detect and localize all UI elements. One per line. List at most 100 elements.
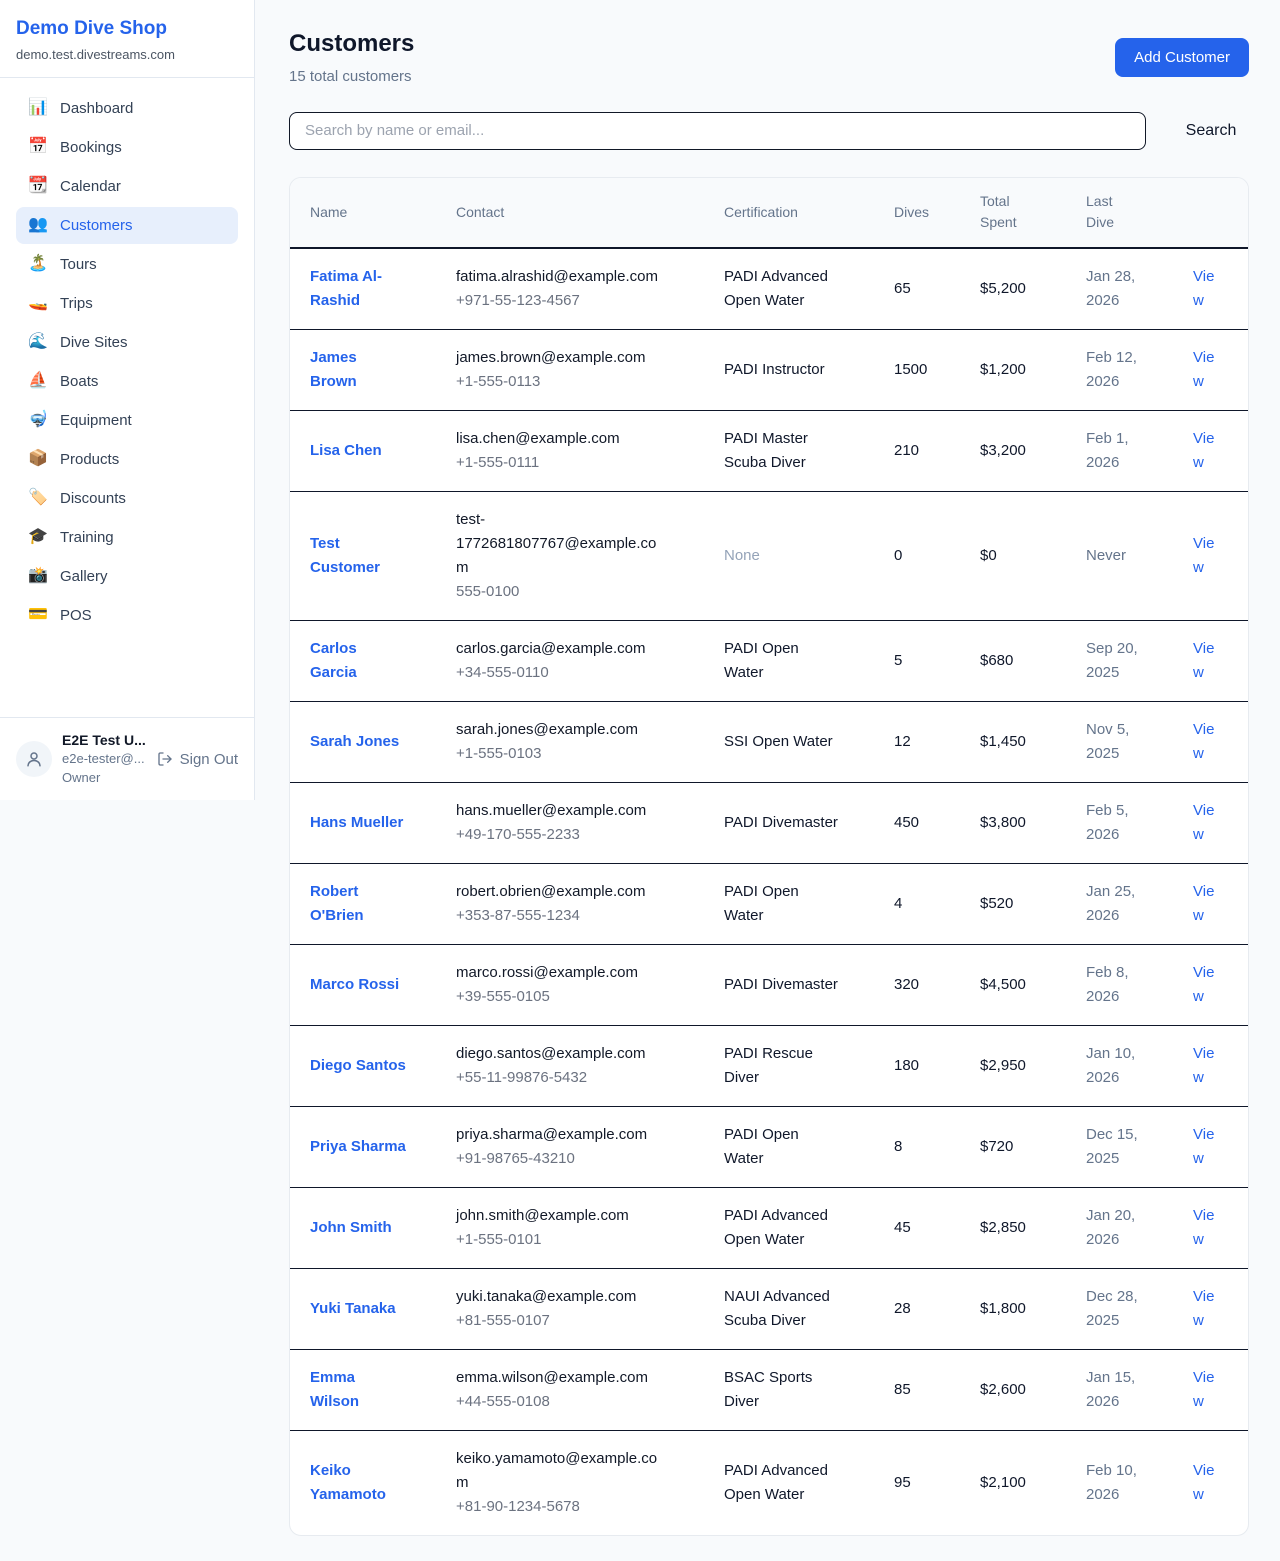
calendar-icon: 📆: [28, 178, 48, 194]
gallery-icon: 📸: [28, 568, 48, 584]
last-dive-cell: Dec 28, 2025: [1070, 1269, 1177, 1350]
name-cell: Hans Mueller: [290, 783, 440, 864]
customer-name-link[interactable]: Test Customer: [310, 532, 407, 580]
customer-phone: +81-555-0107: [456, 1309, 684, 1333]
page-header: Customers 15 total customers Add Custome…: [289, 30, 1249, 85]
view-customer-link[interactable]: View: [1193, 640, 1214, 681]
view-customer-link[interactable]: View: [1193, 268, 1214, 309]
sidebar-item-training[interactable]: 🎓 Training: [16, 519, 238, 556]
certification-cell: NAUI Advanced Scuba Diver: [708, 1269, 878, 1350]
customer-name-link[interactable]: Sarah Jones: [310, 730, 399, 754]
actions-cell: View: [1177, 864, 1248, 945]
actions-cell: View: [1177, 783, 1248, 864]
sidebar-item-discounts[interactable]: 🏷️ Discounts: [16, 480, 238, 517]
customer-phone: 555-0100: [456, 580, 684, 604]
sidebar-item-trips[interactable]: 🚤 Trips: [16, 285, 238, 322]
sidebar-item-gallery[interactable]: 📸 Gallery: [16, 558, 238, 595]
view-customer-link[interactable]: View: [1193, 802, 1214, 843]
last-dive-cell: Jan 15, 2026: [1070, 1350, 1177, 1431]
name-cell: Sarah Jones: [290, 702, 440, 783]
name-cell: Robert O'Brien: [290, 864, 440, 945]
sidebar-item-bookings[interactable]: 📅 Bookings: [16, 129, 238, 166]
customer-name-link[interactable]: John Smith: [310, 1216, 392, 1240]
customer-name-link[interactable]: Carlos Garcia: [310, 637, 407, 685]
customer-name-link[interactable]: Yuki Tanaka: [310, 1297, 396, 1321]
view-customer-link[interactable]: View: [1193, 1045, 1214, 1086]
user-block: E2E Test U... e2e-tester@... Owner Sign …: [0, 717, 254, 800]
sidebar-item-label: Trips: [60, 295, 93, 312]
certification-cell: PADI Divemaster: [708, 945, 878, 1026]
actions-cell: View: [1177, 492, 1248, 621]
view-customer-link[interactable]: View: [1193, 883, 1214, 924]
sidebar-item-equipment[interactable]: 🤿 Equipment: [16, 402, 238, 439]
sidebar-item-calendar[interactable]: 📆 Calendar: [16, 168, 238, 205]
actions-cell: View: [1177, 1350, 1248, 1431]
customer-phone: +971-55-123-4567: [456, 289, 684, 313]
last-dive-cell: Feb 12, 2026: [1070, 330, 1177, 411]
contact-cell: hans.mueller@example.com +49-170-555-223…: [440, 783, 708, 864]
sidebar-item-pos[interactable]: 💳 POS: [16, 597, 238, 634]
customer-name-link[interactable]: Keiko Yamamoto: [310, 1459, 407, 1507]
view-customer-link[interactable]: View: [1193, 721, 1214, 762]
sidebar-item-products[interactable]: 📦 Products: [16, 441, 238, 478]
customer-phone: +1-555-0103: [456, 742, 684, 766]
certification-cell: PADI Open Water: [708, 1107, 878, 1188]
customer-name-link[interactable]: Fatima Al-Rashid: [310, 265, 407, 313]
view-customer-link[interactable]: View: [1193, 964, 1214, 1005]
sidebar-item-tours[interactable]: 🏝️ Tours: [16, 246, 238, 283]
customer-name-link[interactable]: Diego Santos: [310, 1054, 406, 1078]
sidebar-item-dashboard[interactable]: 📊 Dashboard: [16, 90, 238, 127]
search-button[interactable]: Search: [1173, 121, 1249, 141]
add-customer-button[interactable]: Add Customer: [1115, 38, 1249, 77]
customer-email: diego.santos@example.com: [456, 1042, 666, 1066]
customer-name-link[interactable]: Priya Sharma: [310, 1135, 406, 1159]
customer-name-link[interactable]: Emma Wilson: [310, 1366, 407, 1414]
customer-name-link[interactable]: Lisa Chen: [310, 439, 382, 463]
view-customer-link[interactable]: View: [1193, 535, 1214, 576]
customer-name-link[interactable]: Marco Rossi: [310, 973, 399, 997]
search-input[interactable]: [289, 112, 1146, 150]
customer-name-link[interactable]: James Brown: [310, 346, 407, 394]
customer-phone: +49-170-555-2233: [456, 823, 684, 847]
sidebar-item-label: Dive Sites: [60, 334, 128, 351]
certification-cell: PADI Advanced Open Water: [708, 1431, 878, 1536]
bookings-icon: 📅: [28, 139, 48, 155]
view-customer-link[interactable]: View: [1193, 1207, 1214, 1248]
customers-icon: 👥: [28, 217, 48, 233]
view-customer-link[interactable]: View: [1193, 430, 1214, 471]
total-spent-cell: $2,950: [964, 1026, 1070, 1107]
customer-phone: +55-11-99876-5432: [456, 1066, 684, 1090]
certification-cell: PADI Open Water: [708, 621, 878, 702]
main-content: Customers 15 total customers Add Custome…: [255, 0, 1280, 1561]
customers-table: Name Contact Certification Dives Total S…: [290, 178, 1248, 1535]
view-customer-link[interactable]: View: [1193, 349, 1214, 390]
customer-name-link[interactable]: Hans Mueller: [310, 811, 403, 835]
column-header-total-spent: Total Spent: [964, 178, 1070, 248]
sidebar-item-label: Calendar: [60, 178, 121, 195]
customer-email: marco.rossi@example.com: [456, 961, 666, 985]
certification-cell: SSI Open Water: [708, 702, 878, 783]
actions-cell: View: [1177, 945, 1248, 1026]
view-customer-link[interactable]: View: [1193, 1288, 1214, 1329]
table-row: Priya Sharma priya.sharma@example.com +9…: [290, 1107, 1248, 1188]
dives-cell: 85: [878, 1350, 964, 1431]
view-customer-link[interactable]: View: [1193, 1126, 1214, 1167]
sidebar-item-label: POS: [60, 607, 92, 624]
sidebar-item-customers[interactable]: 👥 Customers: [16, 207, 238, 244]
dives-cell: 180: [878, 1026, 964, 1107]
customer-name-link[interactable]: Robert O'Brien: [310, 880, 407, 928]
last-dive-cell: Nov 5, 2025: [1070, 702, 1177, 783]
sidebar-item-boats[interactable]: ⛵ Boats: [16, 363, 238, 400]
customer-phone: +1-555-0101: [456, 1228, 684, 1252]
sidebar-item-dive-sites[interactable]: 🌊 Dive Sites: [16, 324, 238, 361]
sidebar: Demo Dive Shop demo.test.divestreams.com…: [0, 0, 255, 800]
total-spent-cell: $4,500: [964, 945, 1070, 1026]
sign-out-button[interactable]: Sign Out: [157, 751, 238, 768]
column-header-actions: [1177, 178, 1248, 248]
dives-cell: 1500: [878, 330, 964, 411]
view-customer-link[interactable]: View: [1193, 1369, 1214, 1410]
contact-cell: yuki.tanaka@example.com +81-555-0107: [440, 1269, 708, 1350]
view-customer-link[interactable]: View: [1193, 1462, 1214, 1503]
table-row: Carlos Garcia carlos.garcia@example.com …: [290, 621, 1248, 702]
table-row: Sarah Jones sarah.jones@example.com +1-5…: [290, 702, 1248, 783]
